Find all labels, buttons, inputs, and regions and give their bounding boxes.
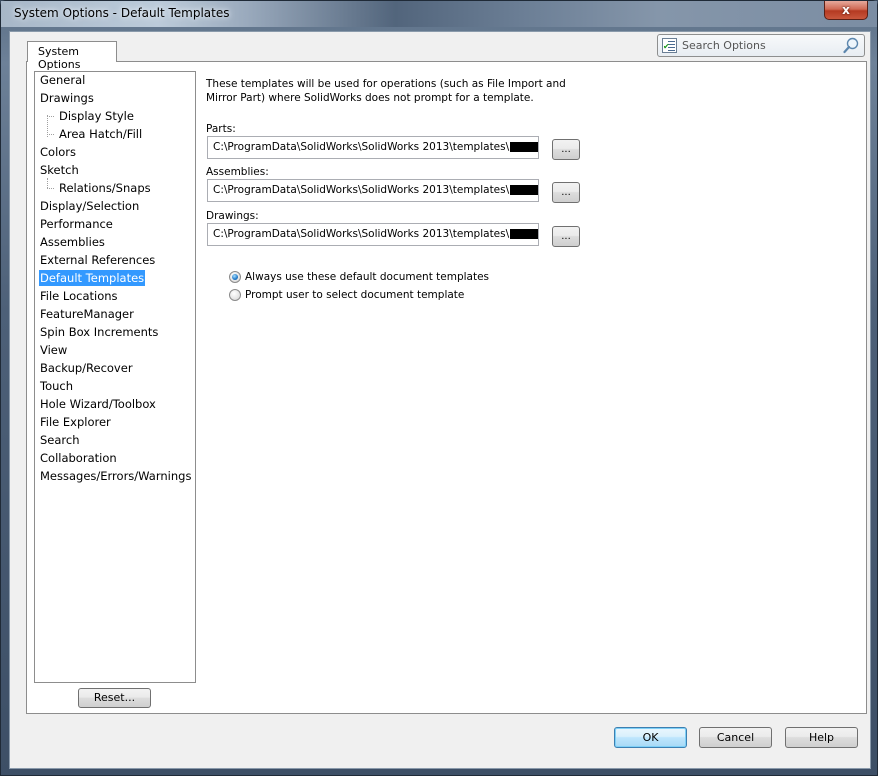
close-button[interactable]: x xyxy=(824,1,868,20)
tree-item-view[interactable]: View xyxy=(39,342,68,358)
drawings-template-field[interactable]: C:\ProgramData\SolidWorks\SolidWorks 201… xyxy=(207,223,539,246)
parts-template-path: C:\ProgramData\SolidWorks\SolidWorks 201… xyxy=(213,141,510,153)
assemblies-template-field[interactable]: C:\ProgramData\SolidWorks\SolidWorks 201… xyxy=(207,179,539,202)
assemblies-label: Assemblies: xyxy=(206,166,269,178)
tree-connector xyxy=(47,188,54,189)
tree-connector xyxy=(47,134,54,135)
checklist-icon xyxy=(662,38,677,53)
window-title: System Options - Default Templates xyxy=(14,6,230,20)
tree-item-hole-wizard-toolbox[interactable]: Hole Wizard/Toolbox xyxy=(39,396,157,412)
tree-item-file-explorer[interactable]: File Explorer xyxy=(39,414,112,430)
tree-item-performance[interactable]: Performance xyxy=(39,216,114,232)
tree-item-collaboration[interactable]: Collaboration xyxy=(39,450,118,466)
tree-item-assemblies[interactable]: Assemblies xyxy=(39,234,106,250)
tree-item-default-templates[interactable]: Default Templates xyxy=(39,270,146,286)
reset-button[interactable]: Reset... xyxy=(78,688,151,708)
always-use-default-label: Always use these default document templa… xyxy=(245,271,490,283)
redacted-block xyxy=(510,142,538,152)
tree-item-drawings[interactable]: Drawings xyxy=(39,90,95,106)
tree-item-featuremanager[interactable]: FeatureManager xyxy=(39,306,135,322)
parts-template-field[interactable]: C:\ProgramData\SolidWorks\SolidWorks 201… xyxy=(207,136,539,159)
dialog-window: System Options - Default Templates x Sys… xyxy=(0,0,878,776)
parts-label: Parts: xyxy=(206,123,236,135)
close-icon: x xyxy=(842,3,850,17)
assemblies-template-path: C:\ProgramData\SolidWorks\SolidWorks 201… xyxy=(213,184,510,196)
tree-item-general[interactable]: General xyxy=(39,72,86,88)
parts-browse-button[interactable]: ... xyxy=(552,139,580,160)
tree-connector xyxy=(47,116,54,117)
radio-button-unchecked[interactable] xyxy=(229,289,241,301)
help-button[interactable]: Help xyxy=(785,727,858,748)
tree-item-spin-box-increments[interactable]: Spin Box Increments xyxy=(39,324,159,340)
tab-system-options[interactable]: System Options xyxy=(27,41,117,71)
search-icon[interactable] xyxy=(843,37,859,54)
title-bar[interactable]: System Options - Default Templates x xyxy=(1,1,877,27)
tree-item-search[interactable]: Search xyxy=(39,432,81,448)
drawings-browse-button[interactable]: ... xyxy=(552,226,580,247)
tree-item-display-selection[interactable]: Display/Selection xyxy=(39,198,140,214)
search-options-input[interactable]: Search Options xyxy=(657,34,865,57)
cancel-button[interactable]: Cancel xyxy=(699,727,772,748)
tree-item-relations-snaps[interactable]: Relations/Snaps xyxy=(58,180,152,196)
tree-item-sketch[interactable]: Sketch xyxy=(39,162,80,178)
prompt-user-label: Prompt user to select document template xyxy=(245,289,465,301)
drawings-template-path: C:\ProgramData\SolidWorks\SolidWorks 201… xyxy=(213,228,510,240)
redacted-block xyxy=(510,229,538,239)
redacted-block xyxy=(510,185,538,195)
tree-item-backup-recover[interactable]: Backup/Recover xyxy=(39,360,134,376)
tree-item-display-style[interactable]: Display Style xyxy=(58,108,135,124)
radio-button-checked[interactable] xyxy=(229,271,241,283)
options-tree[interactable]: General Drawings Display Style Area Hatc… xyxy=(34,71,196,683)
tree-item-colors[interactable]: Colors xyxy=(39,144,77,160)
tree-item-messages-errors-warnings[interactable]: Messages/Errors/Warnings xyxy=(39,468,192,484)
description-text: These templates will be used for operati… xyxy=(206,78,566,104)
prompt-user-option[interactable]: Prompt user to select document template xyxy=(229,287,464,303)
tree-item-file-locations[interactable]: File Locations xyxy=(39,288,119,304)
dialog-client: System Options Search Options General Dr… xyxy=(9,31,871,769)
tree-item-touch[interactable]: Touch xyxy=(39,378,74,394)
tree-item-area-hatch-fill[interactable]: Area Hatch/Fill xyxy=(58,126,143,142)
always-use-default-option[interactable]: Always use these default document templa… xyxy=(229,269,489,285)
assemblies-browse-button[interactable]: ... xyxy=(552,182,580,203)
tab-panel: General Drawings Display Style Area Hatc… xyxy=(26,61,867,714)
drawings-label: Drawings: xyxy=(206,210,259,222)
tree-connector xyxy=(47,178,48,188)
ok-button[interactable]: OK xyxy=(614,727,687,748)
tree-item-external-references[interactable]: External References xyxy=(39,252,156,268)
search-placeholder: Search Options xyxy=(682,39,766,52)
